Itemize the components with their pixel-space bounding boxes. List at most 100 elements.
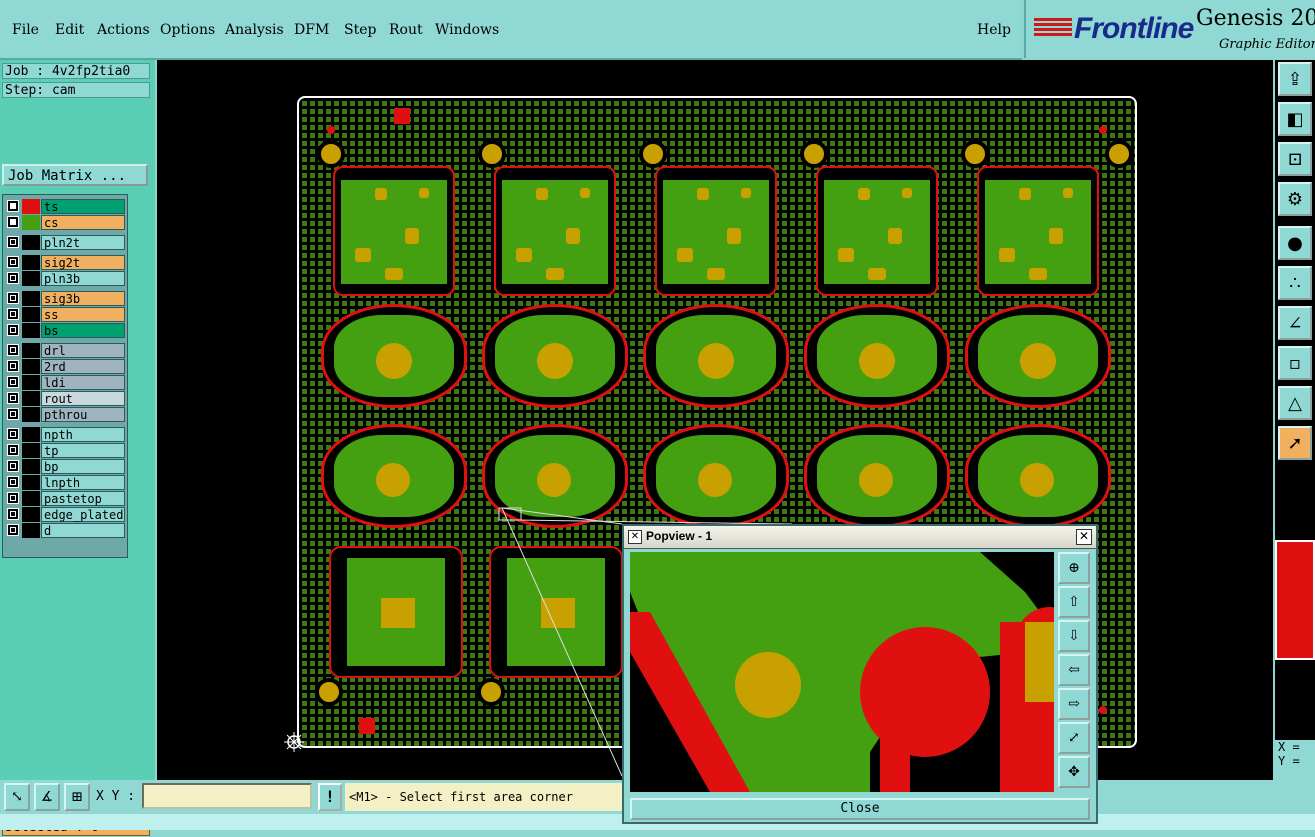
layer-name[interactable]: bs [41,323,125,338]
menu-dfm[interactable]: DFM [294,22,329,38]
layer-row-d[interactable]: d [5,523,125,538]
zoom-fit-icon[interactable]: ⊡ [1278,142,1312,176]
pointer-icon[interactable]: ➚ [1278,426,1312,460]
layer-row-ts[interactable]: ts [5,199,125,214]
pv-down-icon[interactable]: ⇩ [1058,620,1090,652]
layer-row-sig3b[interactable]: sig3b [5,291,125,306]
snap-icon[interactable]: ● [1278,226,1312,260]
layer-row-npth[interactable]: npth [5,427,125,442]
pv-zoom-icon[interactable]: ⊕ [1058,552,1090,584]
select-layer-icon[interactable]: ▫ [1278,346,1312,380]
layer-color-swatch[interactable] [22,235,40,250]
layer-color-swatch[interactable] [22,359,40,374]
popview-close-button[interactable]: Close [630,798,1090,820]
menu-edit[interactable]: Edit [55,22,84,38]
layer-checkbox[interactable] [7,392,19,404]
menu-analysis[interactable]: Analysis [225,22,284,38]
layer-checkbox[interactable] [7,292,19,304]
layer-checkbox[interactable] [7,508,19,520]
layer-checkbox[interactable] [7,376,19,388]
layer-checkbox[interactable] [7,216,19,228]
layer-color-swatch[interactable] [22,507,40,522]
layer-name[interactable]: ldi [41,375,125,390]
alert-icon[interactable]: ! [318,783,342,811]
layer-row-cs[interactable]: cs [5,215,125,230]
layer-color-swatch[interactable] [22,375,40,390]
layer-name[interactable]: drl [41,343,125,358]
layer-color-swatch[interactable] [22,427,40,442]
layer-name[interactable]: rout [41,391,125,406]
layer-color-swatch[interactable] [22,391,40,406]
ruler-icon[interactable]: ∠ [1278,306,1312,340]
layer-name[interactable]: sig2t [41,255,125,270]
layer-checkbox[interactable] [7,236,19,248]
layer-row-ldi[interactable]: ldi [5,375,125,390]
layer-name[interactable]: cs [41,215,125,230]
layer-checkbox[interactable] [7,272,19,284]
layer-color-swatch[interactable] [22,343,40,358]
layer-name[interactable]: 2rd [41,359,125,374]
layer-color-swatch[interactable] [22,407,40,422]
layer-name[interactable]: npth [41,427,125,442]
menu-step[interactable]: Step [344,22,376,38]
pv-left-icon[interactable]: ⇦ [1058,654,1090,686]
layer-checkbox[interactable] [7,476,19,488]
xy-input[interactable] [142,783,312,809]
layer-checkbox[interactable] [7,460,19,472]
overview-thumbnail[interactable] [1275,540,1315,660]
menu-help[interactable]: Help [977,22,1011,38]
zoom-area-icon[interactable]: ⤡ [4,783,30,811]
layer-checkbox[interactable] [7,308,19,320]
layer-color-swatch[interactable] [22,323,40,338]
layer-row-2rd[interactable]: 2rd [5,359,125,374]
layer-checkbox[interactable] [7,200,19,212]
layer-row-tp[interactable]: tp [5,443,125,458]
layer-name[interactable]: lnpth [41,475,125,490]
layer-row-edge_plated[interactable]: edge_plated [5,507,125,522]
pv-fit-icon[interactable]: ⤢ [1058,722,1090,754]
menu-rout[interactable]: Rout [389,22,423,38]
layer-color-swatch[interactable] [22,491,40,506]
layer-color-swatch[interactable] [22,523,40,538]
layer-checkbox[interactable] [7,428,19,440]
pv-up-icon[interactable]: ⇧ [1058,586,1090,618]
layer-color-swatch[interactable] [22,255,40,270]
layer-color-swatch[interactable] [22,459,40,474]
menu-windows[interactable]: Windows [435,22,499,38]
layer-checkbox[interactable] [7,524,19,536]
layer-checkbox[interactable] [7,344,19,356]
measure-icon[interactable]: ⚙ [1278,182,1312,216]
layer-checkbox[interactable] [7,324,19,336]
zoom-home-icon[interactable]: ⇪ [1278,62,1312,96]
layer-row-drl[interactable]: drl [5,343,125,358]
job-matrix-button[interactable]: Job Matrix ... [2,164,148,186]
layer-name[interactable]: sig3b [41,291,125,306]
layer-color-swatch[interactable] [22,443,40,458]
layer-name[interactable]: bp [41,459,125,474]
layer-color-swatch[interactable] [22,307,40,322]
layer-name[interactable]: d [41,523,125,538]
layer-color-swatch[interactable] [22,215,40,230]
layer-name[interactable]: pln2t [41,235,125,250]
popview-canvas[interactable] [630,552,1054,792]
layer-row-bs[interactable]: bs [5,323,125,338]
layer-name[interactable]: edge_plated [41,507,125,522]
zoom-in-icon[interactable]: ◧ [1278,102,1312,136]
popview-titlebar[interactable]: ✕ Popview - 1 ✕ [624,526,1096,549]
layer-checkbox[interactable] [7,492,19,504]
grid-icon[interactable]: ⊞ [64,783,90,811]
close-icon[interactable]: ✕ [1076,529,1092,545]
layer-color-swatch[interactable] [22,475,40,490]
layer-row-sig2t[interactable]: sig2t [5,255,125,270]
layer-row-pln3b[interactable]: pln3b [5,271,125,286]
menu-actions[interactable]: Actions [97,22,150,38]
triangle-icon[interactable]: △ [1278,386,1312,420]
layer-color-swatch[interactable] [22,271,40,286]
menu-options[interactable]: Options [160,22,215,38]
pv-expand-icon[interactable]: ✥ [1058,756,1090,788]
layer-color-swatch[interactable] [22,291,40,306]
layer-name[interactable]: tp [41,443,125,458]
layer-checkbox[interactable] [7,444,19,456]
layer-row-bp[interactable]: bp [5,459,125,474]
layer-name[interactable]: pastetop [41,491,125,506]
